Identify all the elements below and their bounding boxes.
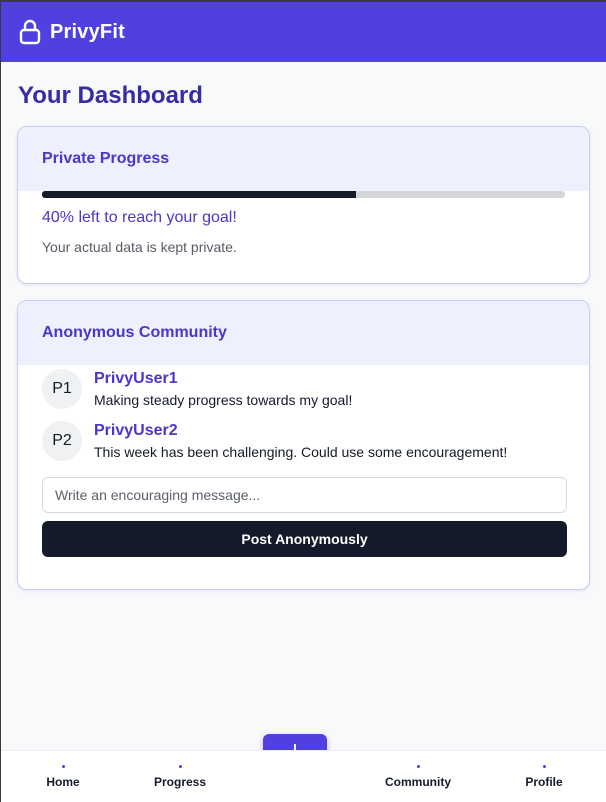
profile-icon [542,765,546,768]
community-post: P1 PrivyUser1 Making steady progress tow… [42,369,565,409]
lock-icon [19,19,41,45]
home-icon [61,765,65,768]
bottom-nav: Home Progress Community Profile [1,750,606,802]
post-username: PrivyUser2 [94,422,178,439]
app-frame: PrivyFit Your Dashboard Private Progress… [0,0,606,802]
nav-item-community[interactable]: Community [373,765,463,789]
progress-icon [178,765,182,768]
post-text: Making steady progress towards my goal! [94,392,353,408]
community-card-title: Anonymous Community [42,324,227,341]
nav-item-label: Community [385,775,451,789]
post-username: PrivyUser1 [94,370,178,387]
privacy-note: Your actual data is kept private. [42,239,237,255]
nav-item-label: Progress [153,775,207,789]
page-title: Your Dashboard [18,82,203,109]
main-content: Your Dashboard Private Progress 40% left… [1,82,606,590]
encouragement-input[interactable] [42,477,567,513]
nav-item-profile[interactable]: Profile [499,765,589,789]
app-header: PrivyFit [1,2,606,62]
community-card: Anonymous Community P1 PrivyUser1 Making… [17,300,590,590]
app-title: PrivyFit [50,20,125,43]
avatar: P1 [42,369,82,409]
community-post: P2 PrivyUser2 This week has been challen… [42,421,565,461]
goal-status-text: 40% left to reach your goal! [42,209,237,226]
post-text: This week has been challenging. Could us… [94,444,508,460]
progress-card-header: Private Progress [18,127,589,191]
nav-item-progress[interactable]: Progress [135,765,225,789]
progress-bar [42,191,565,198]
avatar: P2 [42,421,82,461]
community-card-header: Anonymous Community [18,301,589,365]
nav-item-label: Home [46,775,80,789]
post-body: PrivyUser2 This week has been challengin… [94,421,507,460]
progress-bar-fill [42,191,356,198]
community-icon [416,765,420,768]
nav-item-home[interactable]: Home [18,765,108,789]
progress-card: Private Progress 40% left to reach your … [17,126,590,284]
progress-card-title: Private Progress [42,150,170,167]
post-anonymously-button[interactable]: Post Anonymously [42,521,567,557]
nav-item-label: Profile [525,775,563,789]
post-body: PrivyUser1 Making steady progress toward… [94,369,352,408]
